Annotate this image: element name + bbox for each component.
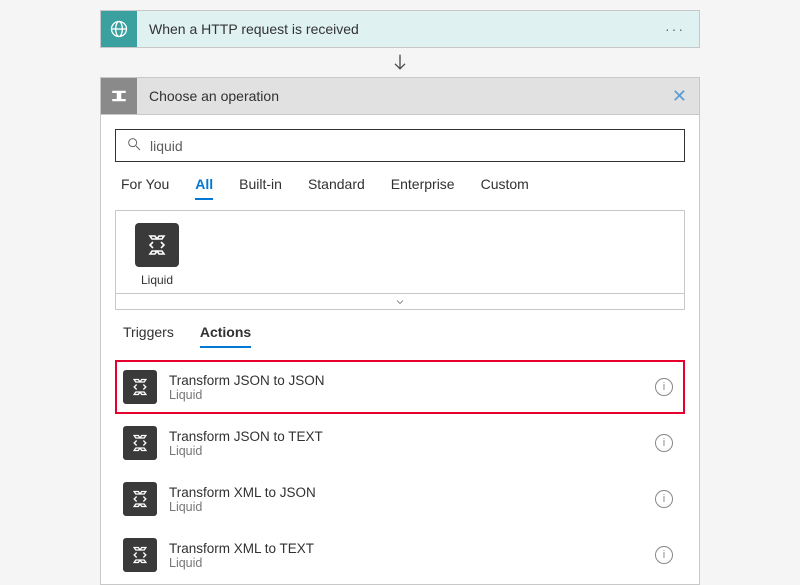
action-title: Transform JSON to TEXT	[169, 429, 655, 444]
action-subtitle: Liquid	[169, 500, 655, 514]
category-tabs: For You All Built-in Standard Enterprise Cust…	[115, 176, 685, 208]
search-input-wrapper[interactable]	[115, 129, 685, 162]
tab-standard[interactable]: Standard	[308, 176, 365, 200]
action-subtitle: Liquid	[169, 444, 655, 458]
liquid-icon	[135, 223, 179, 267]
panel-title: Choose an operation	[137, 88, 660, 104]
action-text: Transform XML to JSONLiquid	[169, 485, 655, 514]
panel-header: Choose an operation ✕	[101, 78, 699, 115]
action-subtitle: Liquid	[169, 388, 655, 402]
trigger-step[interactable]: When a HTTP request is received ···	[100, 10, 700, 48]
search-input[interactable]	[142, 138, 674, 154]
tab-all[interactable]: All	[195, 176, 213, 200]
action-list: Transform JSON to JSONLiquidiTransform J…	[115, 354, 685, 582]
operation-picker-icon	[101, 78, 137, 114]
action-title: Transform JSON to JSON	[169, 373, 655, 388]
action-text: Transform JSON to JSONLiquid	[169, 373, 655, 402]
close-button[interactable]: ✕	[660, 86, 699, 107]
info-button[interactable]: i	[655, 434, 673, 452]
liquid-icon	[123, 426, 157, 460]
liquid-icon	[123, 538, 157, 572]
tab-for-you[interactable]: For You	[121, 176, 169, 200]
trigger-action-tabs: Triggers Actions	[115, 310, 685, 354]
info-button[interactable]: i	[655, 490, 673, 508]
expand-connectors-button[interactable]	[115, 294, 685, 310]
http-trigger-icon	[101, 11, 137, 47]
choose-operation-panel: Choose an operation ✕ For You All Built-in…	[100, 77, 700, 585]
tab-enterprise[interactable]: Enterprise	[391, 176, 455, 200]
liquid-icon	[123, 482, 157, 516]
trigger-title: When a HTTP request is received	[137, 21, 651, 37]
connector-label: Liquid	[130, 273, 184, 287]
search-icon	[126, 136, 142, 155]
subtab-triggers[interactable]: Triggers	[123, 324, 174, 348]
action-text: Transform JSON to TEXTLiquid	[169, 429, 655, 458]
action-item[interactable]: Transform JSON to JSONLiquidi	[115, 360, 685, 414]
info-button[interactable]: i	[655, 378, 673, 396]
action-title: Transform XML to JSON	[169, 485, 655, 500]
trigger-more-button[interactable]: ···	[651, 21, 699, 37]
tab-built-in[interactable]: Built-in	[239, 176, 282, 200]
tab-custom[interactable]: Custom	[481, 176, 529, 200]
flow-arrow-icon	[0, 52, 800, 77]
action-text: Transform XML to TEXTLiquid	[169, 541, 655, 570]
subtab-actions[interactable]: Actions	[200, 324, 251, 348]
info-button[interactable]: i	[655, 546, 673, 564]
liquid-icon	[123, 370, 157, 404]
action-title: Transform XML to TEXT	[169, 541, 655, 556]
connector-liquid[interactable]: Liquid	[130, 223, 184, 287]
action-subtitle: Liquid	[169, 556, 655, 570]
action-item[interactable]: Transform XML to JSONLiquidi	[115, 472, 685, 526]
action-item[interactable]: Transform JSON to TEXTLiquidi	[115, 416, 685, 470]
connector-grid: Liquid	[115, 210, 685, 294]
action-item[interactable]: Transform XML to TEXTLiquidi	[115, 528, 685, 582]
